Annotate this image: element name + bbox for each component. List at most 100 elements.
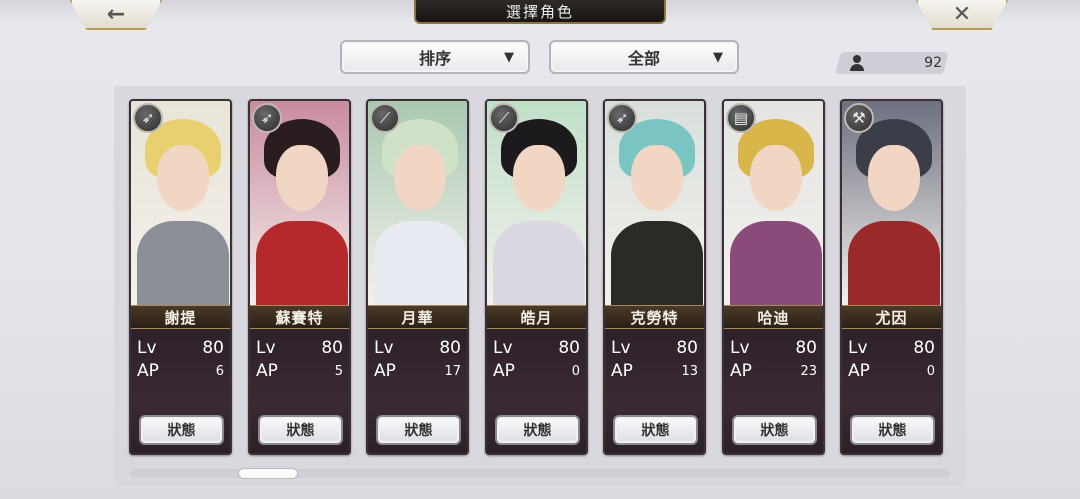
- character-card[interactable]: ⟋ 皓月 Lv 80 AP 0 狀態: [485, 99, 588, 455]
- bow-icon: ➶: [252, 103, 282, 133]
- character-name: 蘇賽特: [250, 305, 349, 329]
- level-row: Lv 80: [611, 337, 698, 359]
- status-button[interactable]: 狀態: [495, 415, 580, 445]
- back-button[interactable]: ←: [70, 0, 162, 30]
- ap-value: 23: [800, 363, 817, 379]
- character-stats: Lv 80 AP 23 狀態: [724, 329, 823, 453]
- status-button[interactable]: 狀態: [732, 415, 817, 445]
- character-card[interactable]: ⚒ 尤因 Lv 80 AP 0 狀態: [840, 99, 943, 455]
- page-title: 選擇角色: [414, 0, 666, 24]
- ap-label: AP: [611, 361, 633, 381]
- character-card[interactable]: ➶ 謝提 Lv 80 AP 6 狀態: [129, 99, 232, 455]
- portrait-face: [513, 145, 565, 211]
- portrait-body: [730, 221, 822, 307]
- character-stats: Lv 80 AP 6 狀態: [131, 329, 230, 453]
- character-name: 月華: [368, 305, 467, 329]
- hammer-icon: ⚒: [844, 103, 874, 133]
- level-value: 80: [439, 338, 461, 358]
- staff-icon: ⟋: [489, 103, 519, 133]
- character-card[interactable]: ➶ 克勞特 Lv 80 AP 13 狀態: [603, 99, 706, 455]
- level-value: 80: [202, 338, 224, 358]
- ap-label: AP: [137, 361, 159, 381]
- bow-icon: ➶: [607, 103, 637, 133]
- ap-value: 13: [681, 363, 698, 379]
- character-portrait[interactable]: ➶: [605, 101, 704, 307]
- level-row: Lv 80: [374, 337, 461, 359]
- ap-row: AP 6: [137, 360, 224, 382]
- portrait-face: [276, 145, 328, 211]
- level-value: 80: [676, 338, 698, 358]
- status-button[interactable]: 狀態: [613, 415, 698, 445]
- portrait-face: [750, 145, 802, 211]
- staff-icon: ⟋: [370, 103, 400, 133]
- bow-icon: ➶: [133, 103, 163, 133]
- status-button[interactable]: 狀態: [850, 415, 935, 445]
- portrait-face: [157, 145, 209, 211]
- character-portrait[interactable]: ⟋: [487, 101, 586, 307]
- filter-dropdown-label: 全部: [627, 49, 660, 68]
- sort-dropdown[interactable]: 排序 ▼: [340, 40, 530, 74]
- ap-value: 0: [571, 363, 580, 379]
- character-name: 尤因: [842, 305, 941, 329]
- ap-label: AP: [493, 361, 515, 381]
- close-icon: ✕: [952, 1, 972, 27]
- character-portrait[interactable]: ⟋: [368, 101, 467, 307]
- ap-value: 0: [926, 363, 935, 379]
- character-count: 92: [846, 52, 942, 74]
- ap-label: AP: [256, 361, 278, 381]
- ap-row: AP 13: [611, 360, 698, 382]
- character-name: 哈迪: [724, 305, 823, 329]
- level-label: Lv: [493, 338, 513, 358]
- ap-value: 6: [215, 363, 224, 379]
- ap-label: AP: [374, 361, 396, 381]
- character-portrait[interactable]: ⚒: [842, 101, 941, 307]
- portrait-body: [611, 221, 703, 307]
- character-card[interactable]: ▤ 哈迪 Lv 80 AP 23 狀態: [722, 99, 825, 455]
- character-stats: Lv 80 AP 0 狀態: [842, 329, 941, 453]
- ap-row: AP 5: [256, 360, 343, 382]
- ap-value: 17: [444, 363, 461, 379]
- character-portrait[interactable]: ➶: [250, 101, 349, 307]
- character-card[interactable]: ⟋ 月華 Lv 80 AP 17 狀態: [366, 99, 469, 455]
- person-icon: [850, 55, 864, 71]
- character-name: 克勞特: [605, 305, 704, 329]
- portrait-body: [493, 221, 585, 307]
- character-card[interactable]: ➶ 蘇賽特 Lv 80 AP 5 狀態: [248, 99, 351, 455]
- ap-value: 5: [334, 363, 343, 379]
- ap-label: AP: [848, 361, 870, 381]
- character-portrait[interactable]: ▤: [724, 101, 823, 307]
- level-row: Lv 80: [730, 337, 817, 359]
- portrait-body: [256, 221, 348, 307]
- level-label: Lv: [374, 338, 394, 358]
- portrait-body: [374, 221, 466, 307]
- level-row: Lv 80: [256, 337, 343, 359]
- character-stats: Lv 80 AP 5 狀態: [250, 329, 349, 453]
- back-arrow-icon: ←: [106, 1, 126, 27]
- character-stats: Lv 80 AP 17 狀態: [368, 329, 467, 453]
- portrait-body: [137, 221, 229, 307]
- status-button[interactable]: 狀態: [258, 415, 343, 445]
- status-button[interactable]: 狀態: [376, 415, 461, 445]
- level-value: 80: [321, 338, 343, 358]
- ap-row: AP 0: [848, 360, 935, 382]
- level-value: 80: [913, 338, 935, 358]
- character-portrait[interactable]: ➶: [131, 101, 230, 307]
- status-button[interactable]: 狀態: [139, 415, 224, 445]
- close-button[interactable]: ✕: [916, 0, 1008, 30]
- character-stats: Lv 80 AP 13 狀態: [605, 329, 704, 453]
- character-name: 皓月: [487, 305, 586, 329]
- portrait-face: [631, 145, 683, 211]
- character-name: 謝提: [131, 305, 230, 329]
- level-row: Lv 80: [848, 337, 935, 359]
- filter-dropdown[interactable]: 全部 ▼: [549, 40, 739, 74]
- level-label: Lv: [256, 338, 276, 358]
- chevron-down-icon: ▼: [504, 50, 514, 65]
- level-label: Lv: [137, 338, 157, 358]
- ap-row: AP 17: [374, 360, 461, 382]
- level-label: Lv: [611, 338, 631, 358]
- level-row: Lv 80: [493, 337, 580, 359]
- level-label: Lv: [848, 338, 868, 358]
- horizontal-scrollbar-thumb[interactable]: [238, 468, 298, 479]
- level-value: 80: [795, 338, 817, 358]
- chevron-down-icon: ▼: [713, 50, 723, 65]
